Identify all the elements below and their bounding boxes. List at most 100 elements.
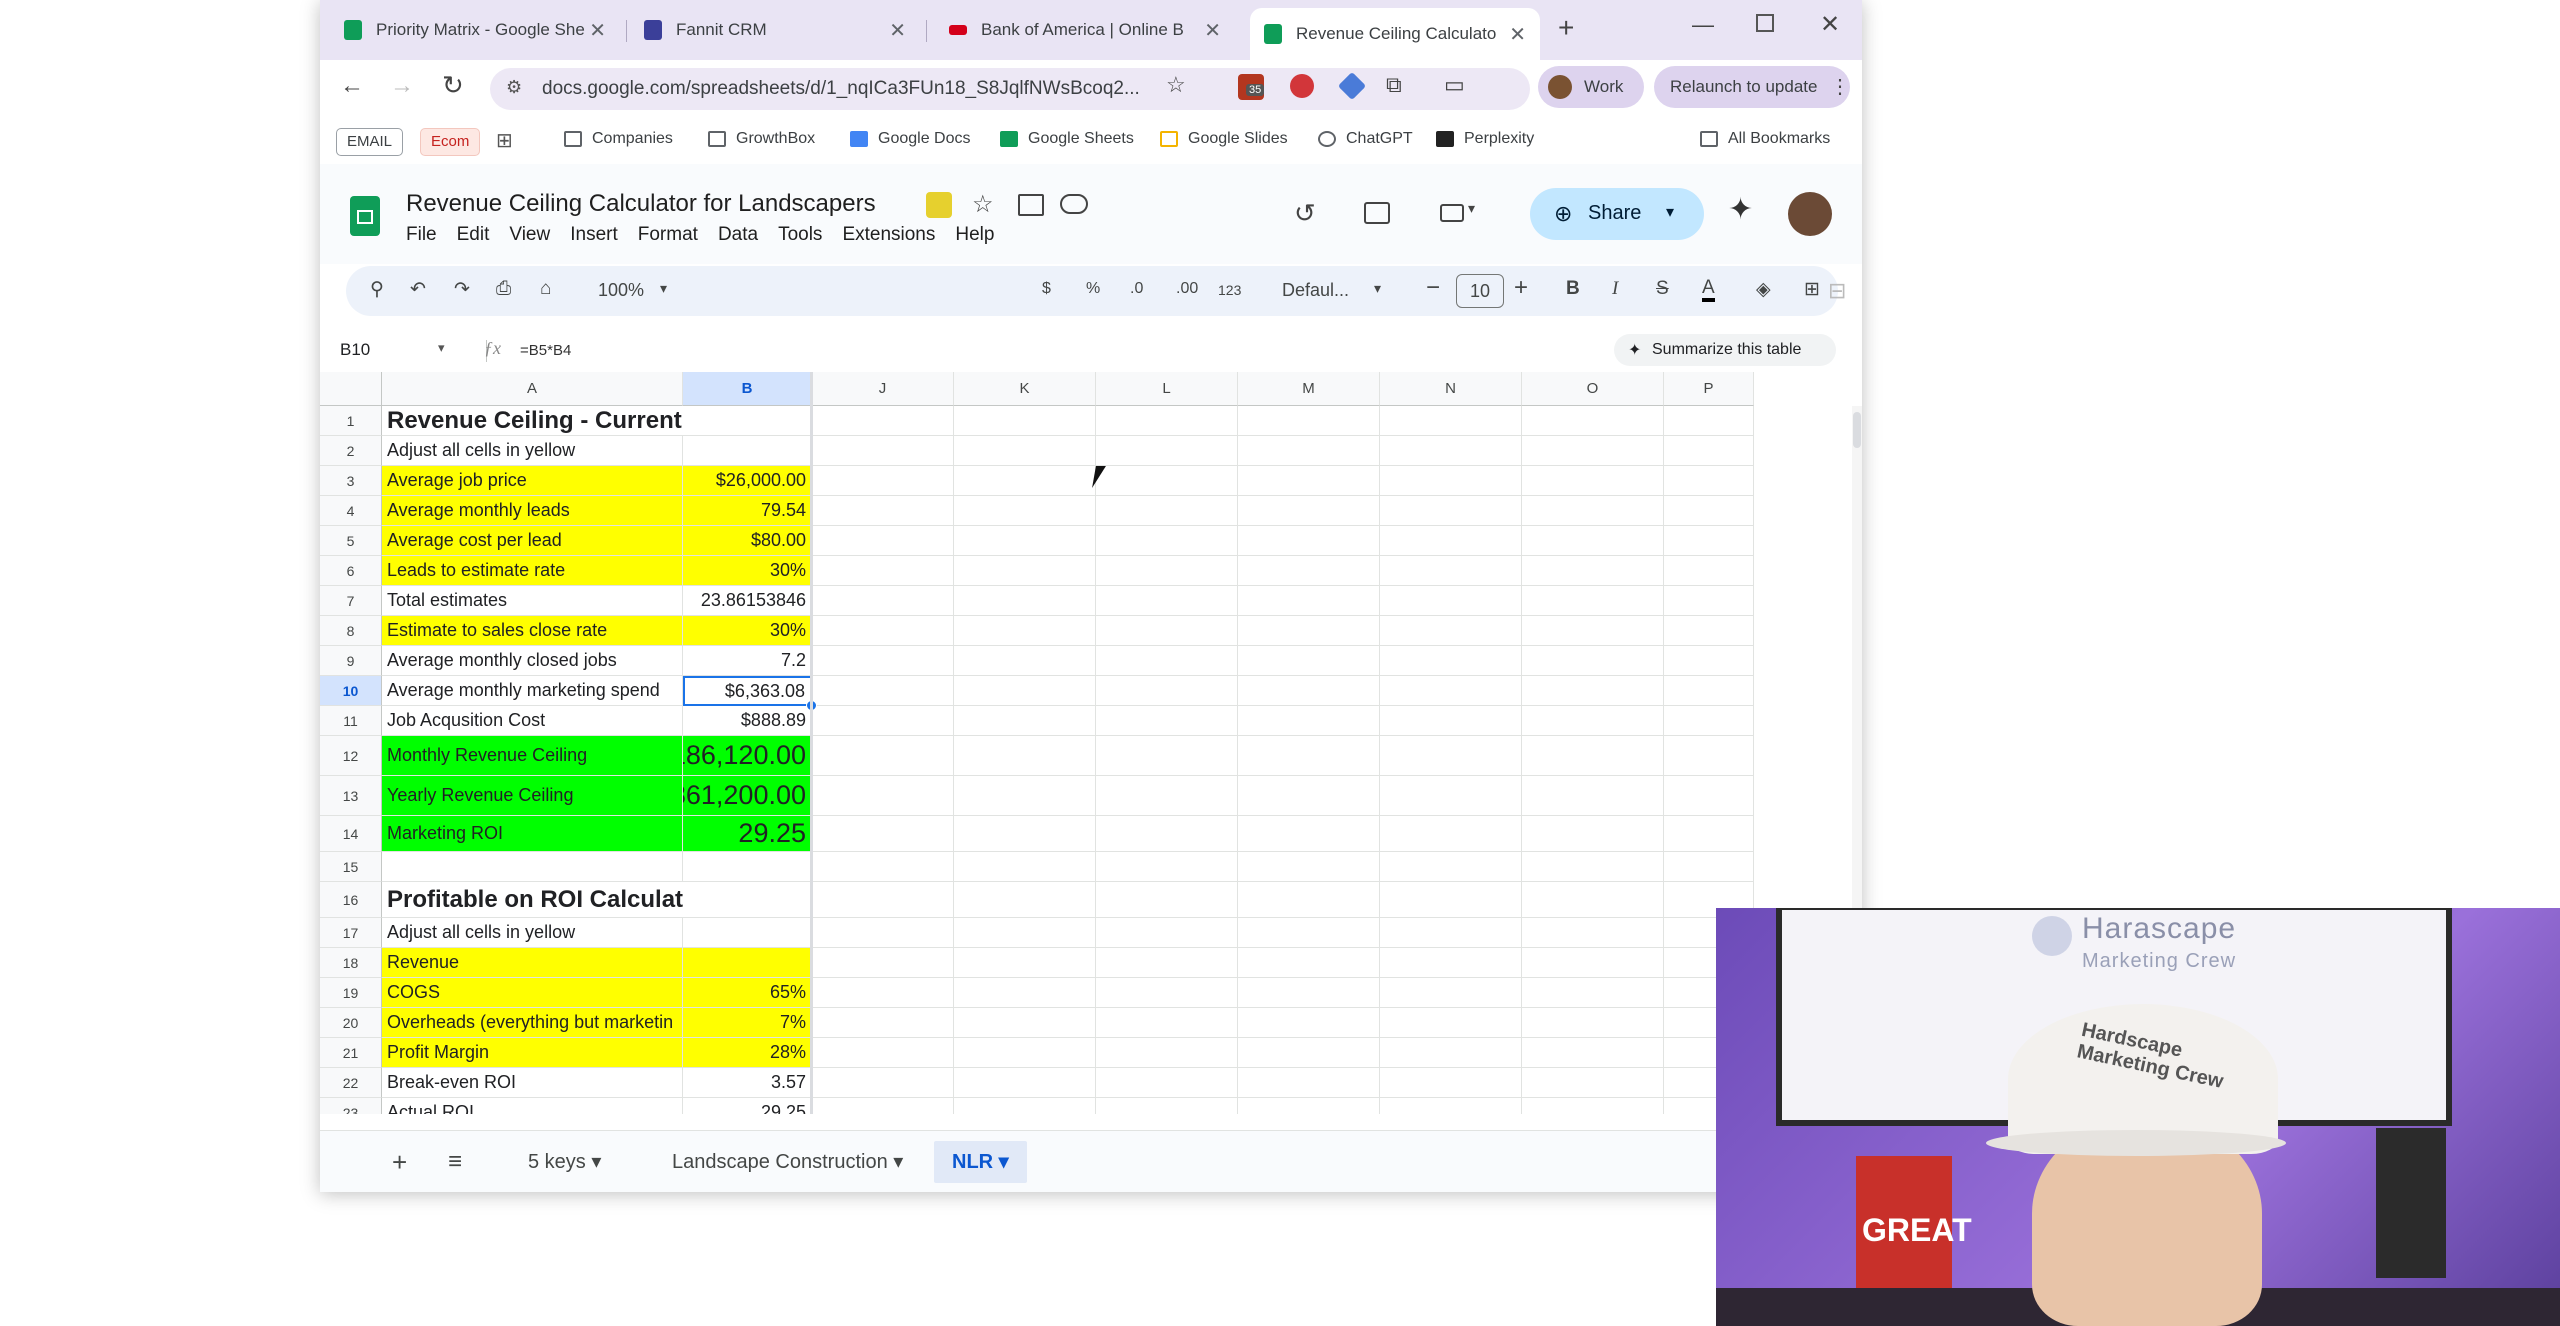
empty-cell[interactable]	[1522, 706, 1664, 736]
empty-cell[interactable]	[1238, 978, 1380, 1008]
empty-cell[interactable]	[1522, 948, 1664, 978]
column-header-l[interactable]: L	[1096, 372, 1238, 406]
strikethrough-icon[interactable]: S	[1656, 278, 1669, 300]
empty-cell[interactable]	[1664, 706, 1754, 736]
empty-cell[interactable]	[1096, 586, 1238, 616]
row-header[interactable]: 2	[320, 436, 382, 466]
menu-tools[interactable]: Tools	[778, 224, 822, 246]
zoom-dropdown-icon[interactable]: ▾	[660, 280, 667, 297]
empty-cell[interactable]	[1096, 1008, 1238, 1038]
avatar[interactable]	[1788, 192, 1832, 236]
empty-cell[interactable]	[1380, 918, 1522, 948]
summarize-table-button[interactable]: ✦ Summarize this table	[1614, 334, 1836, 366]
empty-cell[interactable]	[1096, 406, 1238, 436]
empty-cell[interactable]	[1380, 586, 1522, 616]
print-icon[interactable]: ⎙	[496, 278, 511, 300]
cell-b[interactable]: $186,120.00	[683, 736, 812, 776]
sheets-logo-icon[interactable]	[350, 196, 380, 236]
spreadsheet-grid[interactable]: ABJKLMNOP 1 Revenue Ceiling - Current vel…	[320, 372, 1862, 1114]
sheet-tab-landscape-construction[interactable]: Landscape Construction ▾	[654, 1141, 921, 1183]
all-sheets-icon[interactable]: ≡	[430, 1141, 480, 1183]
name-box[interactable]: B10	[340, 340, 370, 360]
empty-cell[interactable]	[1522, 978, 1664, 1008]
add-sheet-icon[interactable]: +	[374, 1141, 425, 1183]
row-header[interactable]: 17	[320, 918, 382, 948]
cell-a[interactable]: Profit Margin	[382, 1038, 683, 1068]
empty-cell[interactable]	[954, 852, 1096, 882]
empty-cell[interactable]	[1238, 526, 1380, 556]
cell-a[interactable]: Break-even ROI	[382, 1068, 683, 1098]
empty-cell[interactable]	[812, 556, 954, 586]
empty-cell[interactable]	[1238, 736, 1380, 776]
row-header[interactable]: 9	[320, 646, 382, 676]
empty-cell[interactable]	[1522, 1068, 1664, 1098]
empty-cell[interactable]	[954, 948, 1096, 978]
minimize-icon[interactable]: —	[1692, 12, 1714, 38]
close-tab-icon[interactable]: ✕	[589, 18, 606, 43]
version-history-icon[interactable]: ↺	[1294, 198, 1316, 229]
empty-cell[interactable]	[1522, 776, 1664, 816]
empty-cell[interactable]	[1238, 646, 1380, 676]
empty-cell[interactable]	[1096, 526, 1238, 556]
cell-a[interactable]: Average monthly closed jobs	[382, 646, 683, 676]
back-icon[interactable]: ←	[340, 72, 364, 100]
cell-a[interactable]: Job Acqusition Cost	[382, 706, 683, 736]
empty-cell[interactable]	[812, 852, 954, 882]
search-menus-icon[interactable]: ⚲	[370, 278, 384, 301]
cell-a[interactable]: Marketing ROI	[382, 816, 683, 852]
menu-insert[interactable]: Insert	[570, 224, 618, 246]
empty-cell[interactable]	[812, 436, 954, 466]
empty-cell[interactable]	[1096, 646, 1238, 676]
cell-a[interactable]: Adjust all cells in yellow	[382, 918, 683, 948]
empty-cell[interactable]	[1380, 466, 1522, 496]
empty-cell[interactable]	[1238, 816, 1380, 852]
empty-cell[interactable]	[1238, 406, 1380, 436]
cell-b[interactable]: 28%	[683, 1038, 812, 1068]
empty-cell[interactable]	[954, 1068, 1096, 1098]
empty-cell[interactable]	[1522, 466, 1664, 496]
row-header[interactable]: 12	[320, 736, 382, 776]
zoom-select[interactable]: 100%	[598, 280, 644, 301]
empty-cell[interactable]	[1096, 948, 1238, 978]
empty-cell[interactable]	[1380, 816, 1522, 852]
empty-cell[interactable]	[1238, 776, 1380, 816]
font-size-decrease-icon[interactable]: −	[1426, 274, 1440, 302]
currency-format-button[interactable]: $	[1042, 280, 1051, 298]
cell-a[interactable]	[382, 852, 683, 882]
undo-icon[interactable]: ↶	[410, 278, 426, 301]
cell-b[interactable]: $26,000.00	[683, 466, 812, 496]
empty-cell[interactable]	[812, 496, 954, 526]
empty-cell[interactable]	[812, 816, 954, 852]
empty-cell[interactable]	[1380, 676, 1522, 706]
row-header[interactable]: 4	[320, 496, 382, 526]
merge-cells-icon[interactable]: ⊟	[1828, 278, 1846, 304]
empty-cell[interactable]	[1380, 616, 1522, 646]
reload-icon[interactable]: ↻	[442, 70, 464, 101]
menu-data[interactable]: Data	[718, 224, 758, 246]
empty-cell[interactable]	[1096, 736, 1238, 776]
empty-cell[interactable]	[1096, 816, 1238, 852]
forward-icon[interactable]: →	[390, 72, 414, 100]
browser-tab-priority-matrix[interactable]: Priority Matrix - Google She ✕	[330, 10, 620, 50]
empty-cell[interactable]	[1380, 496, 1522, 526]
empty-cell[interactable]	[812, 918, 954, 948]
empty-cell[interactable]	[1380, 556, 1522, 586]
close-window-icon[interactable]: ✕	[1820, 10, 1840, 39]
column-header-b[interactable]: B	[683, 372, 812, 406]
empty-cell[interactable]	[1664, 526, 1754, 556]
increase-decimal-button[interactable]: .00	[1176, 280, 1198, 298]
row-header[interactable]: 16	[320, 882, 382, 918]
empty-cell[interactable]	[1238, 882, 1380, 918]
empty-cell[interactable]	[1380, 646, 1522, 676]
cell-b[interactable]: 23.86153846	[683, 586, 812, 616]
empty-cell[interactable]	[1238, 948, 1380, 978]
empty-cell[interactable]	[812, 1008, 954, 1038]
empty-cell[interactable]	[812, 526, 954, 556]
empty-cell[interactable]	[1522, 496, 1664, 526]
empty-cell[interactable]	[954, 556, 1096, 586]
cell-a[interactable]: Profitable on ROI Calculator	[382, 882, 707, 918]
empty-cell[interactable]	[1096, 882, 1238, 918]
row-header[interactable]: 13	[320, 776, 382, 816]
empty-cell[interactable]	[954, 776, 1096, 816]
cell-b[interactable]	[683, 948, 812, 978]
